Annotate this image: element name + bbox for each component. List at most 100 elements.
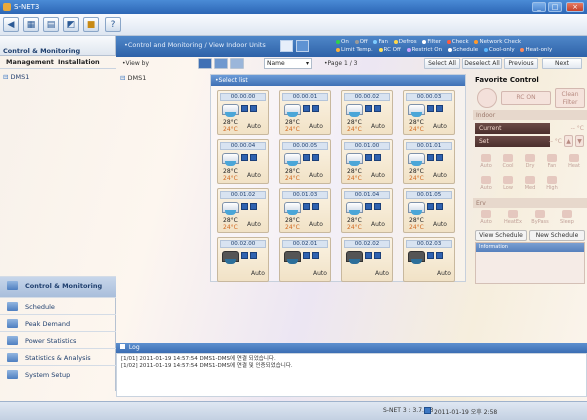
- select-all-button[interactable]: Select All: [424, 58, 460, 69]
- grid-view-icon[interactable]: [280, 40, 293, 52]
- tab-management[interactable]: Management: [6, 58, 54, 66]
- view-by-icon-button[interactable]: [198, 58, 212, 69]
- view-schedule-button[interactable]: View Schedule: [475, 230, 527, 241]
- tab-installation[interactable]: Installation: [58, 58, 100, 66]
- indoor-unit-tile[interactable]: 00.02.02 Auto: [341, 237, 393, 282]
- fan-label: Low: [503, 185, 513, 191]
- tree-icon[interactable]: ▦: [23, 17, 39, 32]
- power-icon: [7, 336, 18, 345]
- current-temperature: 24°C: [223, 224, 238, 231]
- indoor-unit-icon: [284, 251, 301, 264]
- unit-id: 00.02.00: [220, 240, 266, 248]
- unit-id: 00.01.04: [344, 191, 390, 199]
- indoor-unit-tile[interactable]: 00.00.05 28°C 24°C Auto: [279, 139, 331, 184]
- nav-schedule[interactable]: Schedule: [0, 297, 116, 314]
- operation-mode: Auto: [375, 270, 389, 277]
- temp-down-button[interactable]: ▼: [575, 135, 584, 147]
- indoor-unit-tile[interactable]: 00.00.04 28°C 24°C Auto: [217, 139, 269, 184]
- chart-icon: [7, 353, 18, 362]
- fan-high-button[interactable]: High: [543, 176, 561, 194]
- chart-icon[interactable]: ◩: [63, 17, 79, 32]
- indoor-unit-tile[interactable]: 00.02.01 Auto: [279, 237, 331, 282]
- set-temperature: 28°C: [409, 119, 424, 126]
- status-flag-icon: [241, 252, 248, 259]
- legend-check-dot: [446, 39, 451, 44]
- status-flag-icon: [312, 203, 319, 210]
- indoor-unit-tile[interactable]: 00.00.00 28°C 24°C Auto: [217, 90, 269, 135]
- operation-mode: Auto: [437, 270, 451, 277]
- window-title: S-NET3: [14, 3, 40, 11]
- fan-low-button[interactable]: Low: [499, 176, 517, 194]
- log-line: [1/02] 2011-01-19 14:57:54 DMS1-DMS에 연결 …: [121, 363, 293, 369]
- current-temperature: 24°C: [285, 126, 300, 133]
- log-panel: [1/01] 2011-01-19 14:57:54 DMS1-DMS에 연결 …: [116, 353, 587, 397]
- erv-sleep-button[interactable]: Sleep: [558, 210, 576, 228]
- unit-id: 00.00.00: [220, 93, 266, 101]
- left-tabs: Management Installation: [0, 56, 116, 69]
- indoor-unit-tile[interactable]: 00.01.04 28°C 24°C Auto: [341, 188, 393, 233]
- status-flag-icon: [427, 203, 434, 210]
- indoor-unit-tile[interactable]: 00.01.00 28°C 24°C Auto: [341, 139, 393, 184]
- nav-power-statistics[interactable]: Power Statistics: [0, 331, 116, 348]
- mode-label: Dry: [525, 163, 535, 169]
- list-view-icon[interactable]: [296, 40, 309, 52]
- mode-auto-button[interactable]: Auto: [477, 154, 495, 172]
- unit-id: 00.02.02: [344, 240, 390, 248]
- indoor-unit-tile[interactable]: 00.02.03 Auto: [403, 237, 455, 282]
- indoor-unit-tile[interactable]: 00.01.05 28°C 24°C Auto: [403, 188, 455, 233]
- indoor-unit-tile[interactable]: 00.00.02 28°C 24°C Auto: [341, 90, 393, 135]
- status-bar: S-NET 3 : 3.7.1.3 2011-01-19 오후 2:58: [0, 401, 587, 420]
- indoor-unit-tile[interactable]: 00.00.01 28°C 24°C Auto: [279, 90, 331, 135]
- unit-id: 00.00.01: [282, 93, 328, 101]
- new-schedule-button[interactable]: New Schedule: [529, 230, 585, 241]
- minimize-button[interactable]: _: [532, 2, 546, 12]
- indoor-unit-tile[interactable]: 00.01.02 28°C 24°C Auto: [217, 188, 269, 233]
- back-icon[interactable]: ◀: [3, 17, 19, 32]
- legend-on-dot: [336, 39, 340, 44]
- tree-node-icon: ⊟: [120, 74, 126, 82]
- close-button[interactable]: ×: [566, 2, 584, 12]
- indoor-unit-tile[interactable]: 00.01.03 28°C 24°C Auto: [279, 188, 331, 233]
- status-flag-icon: [303, 252, 310, 259]
- help-icon[interactable]: ?: [105, 17, 121, 32]
- unit-id: 00.01.02: [220, 191, 266, 199]
- indoor-unit-icon: [346, 153, 363, 166]
- previous-button[interactable]: Previous: [504, 58, 538, 69]
- nav-statistics-analysis[interactable]: Statistics & Analysis: [0, 348, 116, 365]
- mode-fan-button[interactable]: Fan: [543, 154, 561, 172]
- log-header: Log: [116, 343, 587, 353]
- erv-auto-button[interactable]: Auto: [477, 210, 495, 228]
- nav-system-setup[interactable]: System Setup: [0, 365, 116, 382]
- view-icon[interactable]: ▤: [43, 17, 59, 32]
- indoor-unit-tile[interactable]: 00.02.00 Auto: [217, 237, 269, 282]
- temp-up-button[interactable]: ▲: [564, 135, 573, 147]
- mode-cool-button[interactable]: Cool: [499, 154, 517, 172]
- erv-bypass-button[interactable]: ByPass: [531, 210, 549, 228]
- sort-select[interactable]: Name ▾: [264, 58, 312, 69]
- view-by-detail-button[interactable]: [230, 58, 244, 69]
- nav-control-monitoring[interactable]: Control & Monitoring: [0, 276, 116, 297]
- indoor-unit-tile[interactable]: 00.01.01 28°C 24°C Auto: [403, 139, 455, 184]
- maximize-button[interactable]: □: [548, 2, 562, 12]
- fan-auto-button[interactable]: Auto: [477, 176, 495, 194]
- left-tree-root[interactable]: DMS1: [11, 73, 30, 81]
- fan-med-button[interactable]: Med: [521, 176, 539, 194]
- view-by-list-button[interactable]: [214, 58, 228, 69]
- power-icon[interactable]: [477, 88, 497, 108]
- erv-heatex-button[interactable]: HeatEx: [504, 210, 522, 228]
- legend-heat-only: Heat-only: [525, 47, 553, 53]
- operation-mode: Auto: [309, 123, 323, 130]
- mode-heat-button[interactable]: Heat: [565, 154, 583, 172]
- mode-dry-button[interactable]: Dry: [521, 154, 539, 172]
- device-tree-root[interactable]: DMS1: [128, 74, 147, 82]
- deselect-all-button[interactable]: Deselect All: [462, 58, 502, 69]
- indoor-unit-tile[interactable]: 00.00.03 28°C 24°C Auto: [403, 90, 455, 135]
- clean-filter-button[interactable]: Clean Filter: [555, 88, 585, 108]
- rc-on-button[interactable]: RC ON: [501, 91, 551, 105]
- next-button[interactable]: Next: [542, 58, 582, 69]
- status-legend-row1: On Off Fan Defros Filter Check Network C…: [332, 39, 521, 45]
- folder-icon[interactable]: ■: [83, 17, 99, 32]
- unit-id: 00.02.03: [406, 240, 452, 248]
- set-temperature: 28°C: [347, 217, 362, 224]
- nav-peak-demand[interactable]: Peak Demand: [0, 314, 116, 331]
